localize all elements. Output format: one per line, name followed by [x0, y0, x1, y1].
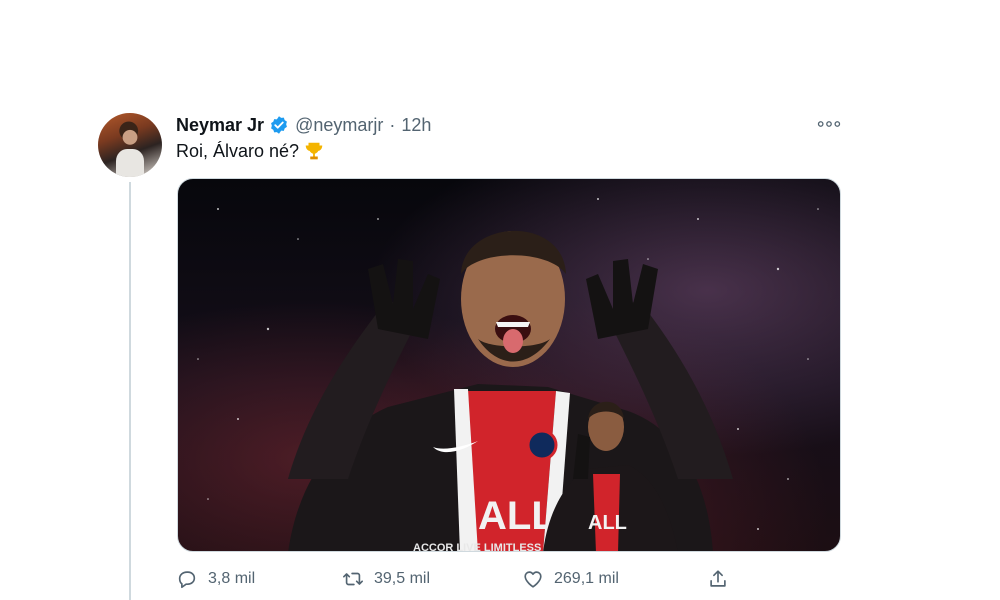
- separator-dot: ·: [389, 114, 396, 135]
- tweet-header: Neymar Jr @neymarjr · 12h: [176, 112, 431, 138]
- share-icon: [710, 570, 726, 587]
- tweet-actions: 3,8 mil 39,5 mil 269,1 mil: [176, 564, 736, 594]
- jersey-sponsor-subtext: ACCOR LIVE LIMITLESS: [413, 542, 541, 552]
- reply-count: 3,8 mil: [208, 570, 256, 587]
- tweet-text: Roi, Álvaro né?: [176, 140, 325, 162]
- tweet-image[interactable]: ALL ACCOR LIVE LIMITLESS ALL: [177, 178, 841, 552]
- retweet-count: 39,5 mil: [374, 570, 431, 587]
- verified-badge-icon: [269, 115, 289, 135]
- like-count: 269,1 mil: [554, 570, 619, 587]
- avatar[interactable]: [98, 113, 162, 177]
- author-handle[interactable]: @neymarjr: [295, 115, 383, 136]
- jersey-sponsor-text: ALL: [478, 494, 556, 538]
- reply-icon: [178, 571, 196, 589]
- share-button[interactable]: [707, 564, 739, 594]
- author-name[interactable]: Neymar Jr: [176, 115, 264, 136]
- like-icon: [524, 571, 542, 588]
- like-button[interactable]: 269,1 mil: [522, 564, 619, 594]
- tweet-timestamp[interactable]: 12h: [401, 115, 431, 136]
- retweet-button[interactable]: 39,5 mil: [342, 564, 430, 594]
- small-jersey-sponsor-text: ALL: [588, 512, 627, 534]
- reply-button[interactable]: 3,8 mil: [176, 564, 255, 594]
- thread-line: [129, 182, 131, 600]
- tweet-image-art: ALL ACCOR LIVE LIMITLESS ALL: [197, 198, 819, 552]
- more-icon[interactable]: [816, 114, 842, 134]
- tweet-text-content: Roi, Álvaro né?: [176, 140, 300, 161]
- tweet[interactable]: Neymar Jr @neymarjr · 12h Roi, Álvaro né…: [0, 0, 1000, 600]
- retweet-icon: [343, 572, 363, 586]
- trophy-icon: [303, 140, 325, 162]
